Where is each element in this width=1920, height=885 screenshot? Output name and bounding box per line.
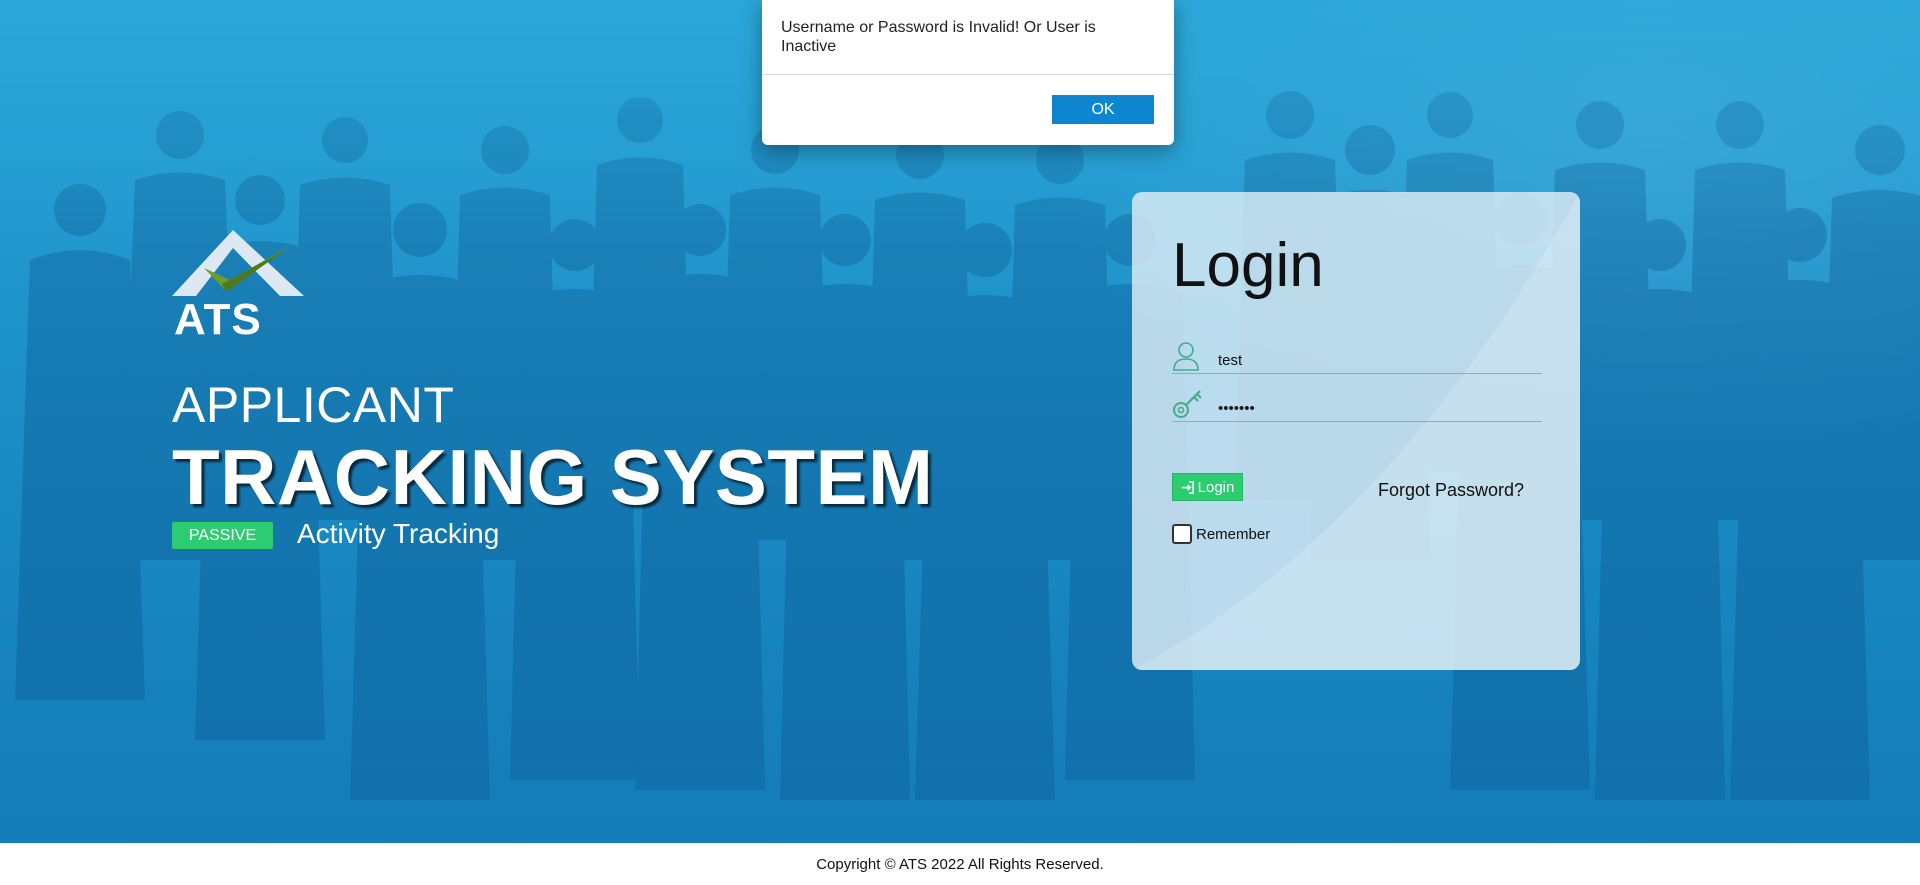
- passive-badge: PASSIVE: [172, 522, 273, 549]
- login-button[interactable]: Login: [1172, 473, 1243, 501]
- copyright-text: Copyright © ATS 2022 All Rights Reserved…: [816, 855, 1104, 873]
- alert-divider: [762, 74, 1174, 75]
- title-applicant: APPLICANT: [172, 377, 455, 433]
- login-panel: Login Login Forgot Password?: [1132, 192, 1580, 670]
- alert-ok-button[interactable]: OK: [1052, 95, 1154, 124]
- password-input[interactable]: [1218, 397, 1528, 419]
- logo-text: ATS: [174, 295, 262, 338]
- login-title: Login: [1172, 231, 1324, 300]
- remember-option: Remember: [1172, 524, 1270, 544]
- title-tracking-system: TRACKING SYSTEM: [172, 433, 934, 521]
- username-field: [1172, 342, 1542, 374]
- footer: Copyright © ATS 2022 All Rights Reserved…: [0, 843, 1920, 885]
- key-icon: [1173, 390, 1202, 418]
- remember-label: Remember: [1196, 525, 1271, 543]
- username-input[interactable]: [1218, 349, 1528, 371]
- alert-dialog: Username or Password is Invalid! Or User…: [762, 0, 1174, 145]
- tagline-activity-tracking: Activity Tracking: [297, 518, 500, 549]
- ats-logo: ATS: [172, 230, 304, 338]
- alert-message: Username or Password is Invalid! Or User…: [781, 19, 1096, 55]
- remember-checkbox[interactable]: [1172, 524, 1192, 544]
- login-button-label: Login: [1197, 478, 1235, 496]
- sign-in-icon: [1181, 480, 1194, 494]
- password-field: [1172, 390, 1542, 422]
- user-icon: [1173, 342, 1199, 371]
- forgot-password-link[interactable]: Forgot Password?: [1378, 480, 1524, 501]
